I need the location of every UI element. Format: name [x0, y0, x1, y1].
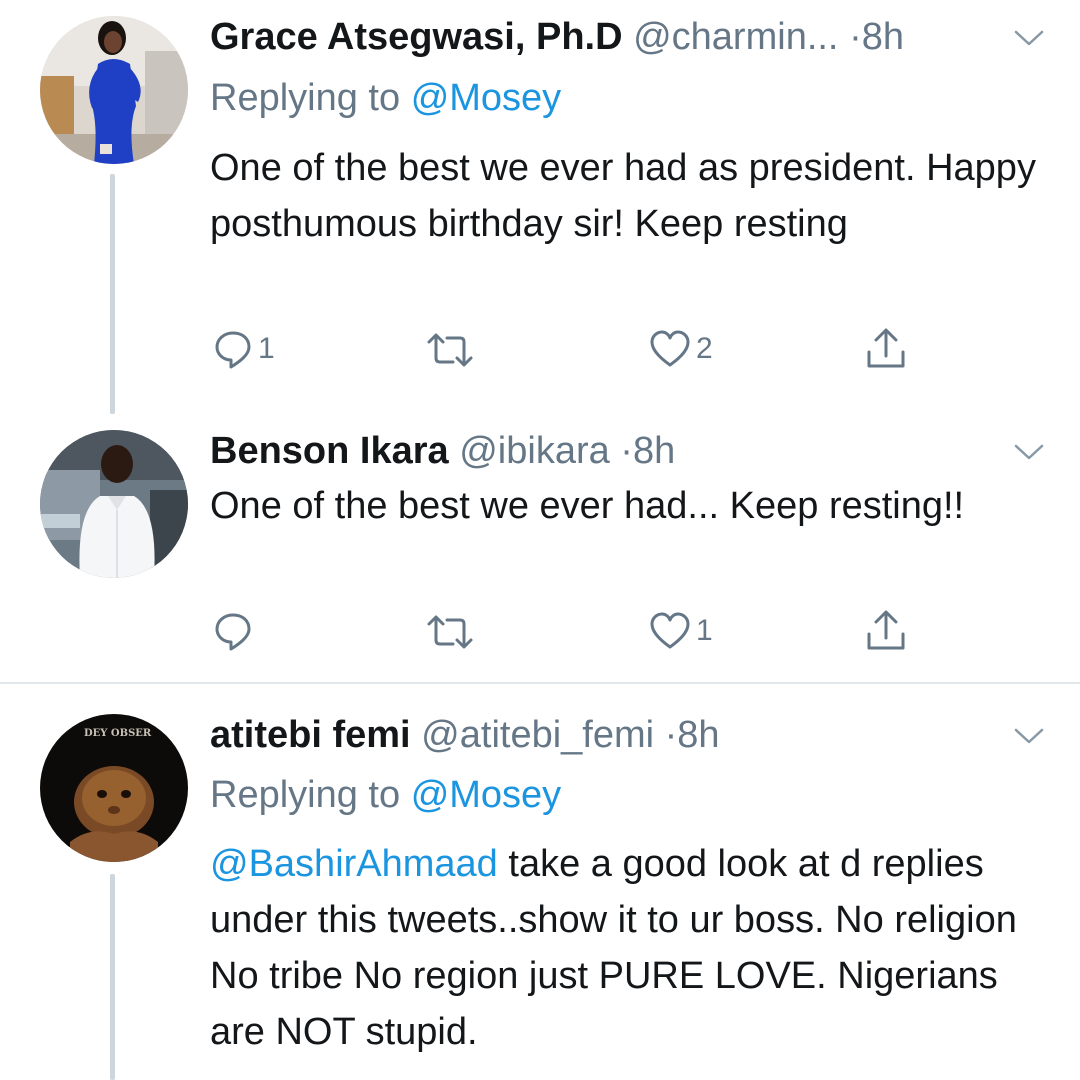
avatar-caption: DEY OBSER	[84, 728, 152, 739]
heart-icon	[650, 330, 690, 367]
replying-prefix: Replying to	[210, 77, 401, 119]
user-handle[interactable]: @ibikara	[459, 430, 610, 472]
chevron-down-icon[interactable]	[1012, 725, 1046, 747]
tweet-header: Grace Atsegwasi, Ph.D @charmin... ·8h	[210, 14, 904, 60]
retweet-icon	[427, 333, 473, 367]
share-icon	[867, 328, 905, 368]
separator-dot: ·	[664, 714, 678, 756]
like-button[interactable]: 2	[648, 329, 713, 369]
share-icon	[867, 610, 905, 650]
tweet-header: Benson Ikara @ibikara ·8h	[210, 428, 675, 474]
thread-line	[110, 174, 115, 414]
woman-in-blue-dress-avatar	[40, 16, 188, 164]
reply-button[interactable]: 1	[212, 328, 275, 370]
retweet-icon	[427, 615, 473, 649]
user-handle[interactable]: @atitebi_femi	[421, 714, 654, 756]
display-name[interactable]: atitebi femi	[210, 714, 411, 756]
chevron-down-icon[interactable]	[1012, 441, 1046, 463]
display-name[interactable]: Benson Ikara	[210, 430, 449, 472]
reply-count: 1	[258, 332, 275, 365]
timestamp[interactable]: 8h	[862, 16, 904, 58]
chevron-down-icon[interactable]	[1012, 27, 1046, 49]
like-count: 1	[696, 614, 713, 647]
tweet-text: One of the best we ever had... Keep rest…	[210, 485, 965, 527]
user-handle[interactable]: @charmin...	[633, 16, 838, 58]
tweet-benson[interactable]: Benson Ikara @ibikara ·8h One of the bes…	[0, 420, 1080, 682]
replying-to: Replying to @Mosey	[210, 772, 561, 818]
tweet-grace[interactable]: Grace Atsegwasi, Ph.D @charmin... ·8h Re…	[0, 0, 1080, 420]
tweet-header: atitebi femi @atitebi_femi ·8h	[210, 712, 720, 758]
like-count: 2	[696, 332, 713, 365]
heart-icon	[650, 612, 690, 649]
baby-photo-avatar: DEY OBSER	[40, 714, 188, 862]
timestamp[interactable]: 8h	[677, 714, 719, 756]
replying-to: Replying to @Mosey	[210, 75, 561, 121]
replying-mention[interactable]: @Mosey	[411, 77, 562, 119]
separator-dot: ·	[849, 16, 862, 58]
separator-dot: ·	[620, 430, 633, 472]
retweet-button[interactable]	[425, 330, 479, 370]
replying-mention[interactable]: @Mosey	[411, 774, 562, 816]
man-in-white-shirt-avatar	[40, 430, 188, 578]
reply-button[interactable]	[212, 610, 258, 652]
replying-prefix: Replying to	[210, 774, 401, 816]
tweet-atitebi[interactable]: DEY OBSER atitebi femi @atitebi_femi ·8h…	[0, 684, 1080, 1080]
timestamp[interactable]: 8h	[633, 430, 675, 472]
avatar[interactable]	[40, 430, 188, 578]
tweet-text: @BashirAhmaad take a good look at d repl…	[210, 836, 1050, 1060]
share-button[interactable]	[864, 608, 908, 652]
share-button[interactable]	[864, 326, 908, 370]
reply-icon	[215, 613, 251, 651]
thread-line	[110, 874, 115, 1080]
reply-icon	[215, 331, 251, 369]
retweet-button[interactable]	[425, 612, 479, 652]
like-button[interactable]: 1	[648, 611, 713, 651]
avatar[interactable]	[40, 16, 188, 164]
user-mention[interactable]: @BashirAhmaad	[210, 843, 498, 885]
avatar[interactable]: DEY OBSER	[40, 714, 188, 862]
tweet-text: One of the best we ever had as president…	[210, 147, 1036, 245]
display-name[interactable]: Grace Atsegwasi, Ph.D	[210, 16, 623, 58]
